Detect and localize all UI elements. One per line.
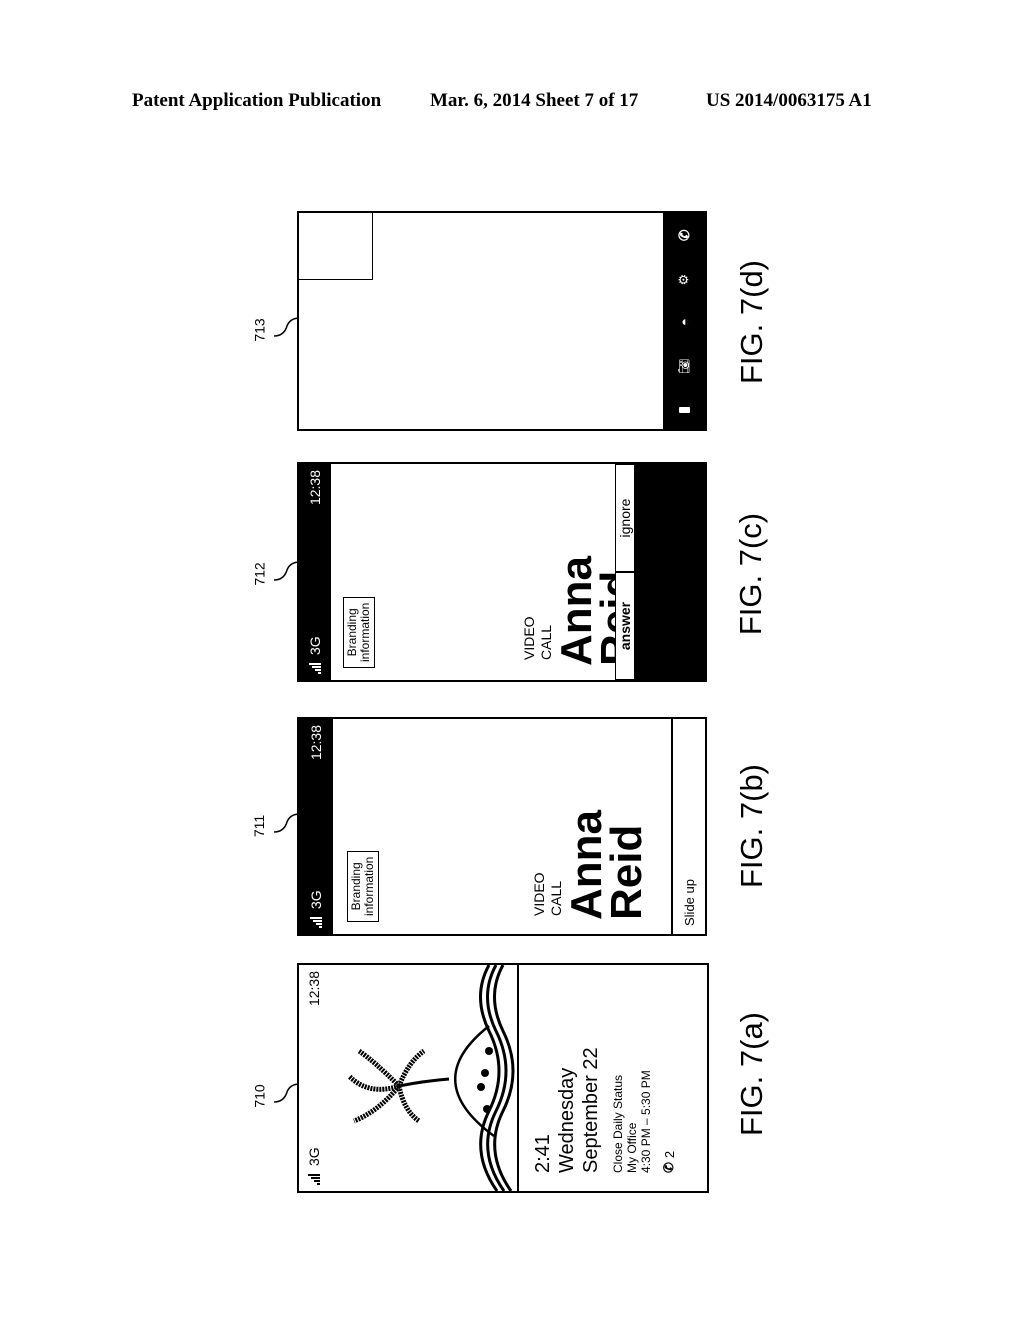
- incoming-call-slide: 3G 12:38 Branding information VIDEO CALL…: [299, 719, 705, 934]
- slide-up-bar[interactable]: Slide up: [671, 719, 705, 934]
- island-mound: [454, 1025, 495, 1138]
- date-sheet: Mar. 6, 2014 Sheet 7 of 17: [430, 90, 639, 111]
- wave-lines: [479, 965, 515, 1191]
- slide-up-label: Slide up: [681, 879, 697, 926]
- call-type: VIDEO CALL: [531, 872, 565, 916]
- phone-screen-7b: 3G 12:38 Branding information VIDEO CALL…: [297, 717, 707, 936]
- fig-label-7b: FIG. 7(b): [734, 763, 770, 889]
- lock-date: September 22: [580, 1047, 602, 1173]
- bottom-panel: [635, 464, 705, 680]
- ref-numeral-711: 711: [251, 814, 268, 838]
- status-time: 12:38: [308, 725, 324, 761]
- caller-name: Anna Reid: [562, 810, 651, 920]
- status-bar: 3G 12:38: [299, 464, 331, 680]
- event-title: Close Daily Status: [611, 1074, 625, 1173]
- phone-screen-7c: 3G 12:38 Branding information VIDEO CALL…: [297, 462, 707, 682]
- video-call-screen: 📷︎ ◓ ⚙︎ ✆: [299, 213, 705, 429]
- incoming-call-buttons: 3G 12:38 Branding information VIDEO CALL…: [299, 464, 705, 680]
- caller-first-name: Anna: [552, 556, 601, 666]
- mute-icon[interactable]: [678, 406, 690, 413]
- camera-off-icon[interactable]: 📷︎: [677, 359, 691, 374]
- ignore-button[interactable]: ignore: [615, 464, 635, 572]
- status-time: 12:38: [307, 470, 323, 506]
- phone-screen-7d: 📷︎ ◓ ⚙︎ ✆: [297, 211, 707, 431]
- lock-day: Wednesday: [556, 1067, 578, 1173]
- missed-calls: ✆ 2: [661, 1047, 677, 1173]
- answer-button[interactable]: answer: [615, 572, 635, 680]
- lock-info: 2:41 Wednesday September 22 Close Daily …: [531, 1047, 677, 1173]
- call-controls-bar: 📷︎ ◓ ⚙︎ ✆: [663, 213, 705, 429]
- lock-screen: 3G 12:38 2:41 Wednesday September 22 Clo…: [299, 965, 707, 1191]
- palm-trunk: [398, 1077, 450, 1088]
- network-indicator: 3G: [307, 636, 323, 655]
- network-indicator: 3G: [306, 1147, 322, 1166]
- publication-title: Patent Application Publication: [132, 90, 382, 111]
- publication-number: US 2014/0063175 A1: [706, 90, 872, 111]
- call-action-row: answer ignore: [615, 464, 635, 680]
- caller-first-name: Anna: [562, 810, 611, 920]
- fig-label-7d: FIG. 7(d): [734, 259, 770, 385]
- switch-camera-icon[interactable]: ⚙︎: [676, 274, 692, 286]
- network-indicator: 3G: [308, 890, 324, 909]
- signal-icon: [308, 1174, 320, 1185]
- fig-label-7a: FIG. 7(a): [734, 1011, 770, 1137]
- call-type-line-1: VIDEO: [521, 616, 537, 660]
- status-time: 12:38: [306, 971, 322, 1007]
- speaker-icon[interactable]: ◓: [677, 318, 692, 326]
- signal-icon: [310, 917, 322, 928]
- ref-numeral-713: 713: [251, 318, 268, 342]
- ref-numeral-710: 710: [251, 1084, 268, 1108]
- status-bar: 3G 12:38: [299, 965, 329, 1191]
- missed-call-count: 2: [661, 1150, 677, 1159]
- phone-screen-7a: 3G 12:38 2:41 Wednesday September 22 Clo…: [297, 963, 709, 1193]
- status-bar: 3G 12:38: [299, 719, 333, 934]
- phone-icon: ✆: [661, 1162, 676, 1173]
- call-type-line-1: VIDEO: [531, 872, 547, 916]
- event-time: 4:30 PM – 5:30 PM: [639, 1070, 653, 1173]
- caller-last-name: Reid: [602, 824, 651, 920]
- caller-avatar: [349, 470, 529, 670]
- event-location: My Office: [625, 1122, 639, 1173]
- signal-icon: [309, 663, 321, 674]
- palm-leaves: [347, 1048, 426, 1124]
- divider: [517, 965, 519, 1191]
- end-call-icon[interactable]: ✆: [676, 229, 693, 241]
- ref-numeral-712: 712: [251, 562, 268, 586]
- remote-video-avatar: [359, 218, 589, 423]
- caller-avatar: [349, 724, 529, 924]
- island-wallpaper: [347, 965, 515, 1191]
- call-type: VIDEO CALL: [521, 616, 555, 660]
- fig-label-7c: FIG. 7(c): [733, 512, 769, 636]
- lock-time: 2:41: [532, 1134, 554, 1173]
